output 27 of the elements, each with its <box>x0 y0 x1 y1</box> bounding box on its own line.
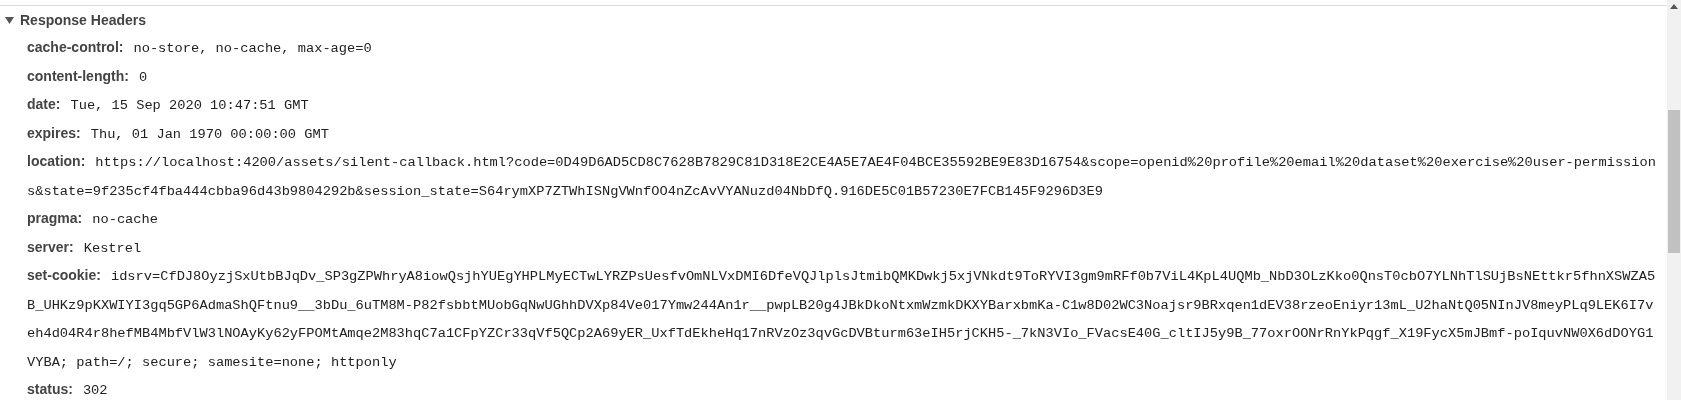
header-value: 0 <box>138 69 148 85</box>
header-value: B_UHKz9pKXWIYI3gq5GP6AdmaShQFtnu9__3bDu_6uTM8M-P82fsbbtMUobGqNwUGhhDVXp84Ve017Ymw244An1r__pwpLB20g4JBkDkoNtxmWzmkDKXYBarxbmKa-C1w8D02WC3Noajsr9BRxqen1dEV38rzeoEniyr13mL_U2haNtQ05NInJV8meyPLq9LEK6I7v <box>27 297 1654 313</box>
header-value: 302 <box>82 383 108 398</box>
header-value: idsrv=CfDJ8OyzjSxUtbBJqDv_SP3gZPWhryA8iowQsjhYUEgYHPLMyECTwLYRZPsUesfvOmNLVxDMI6DfeVQJlplsJtmibQMKDwkj5xjVNkdt9ToRYVI3gm9mRFf0b7ViL4KpL4UQMb_NbD3OLzKko0QnsT0cbO7YLNhTlSUjBsNEttkr5fhnXSWZA5 <box>110 269 1656 284</box>
header-value: no-cache <box>92 212 158 227</box>
scrollbar[interactable] <box>1667 0 1681 400</box>
header-name: expires: <box>27 124 81 141</box>
section-header[interactable]: Response Headers <box>0 6 147 34</box>
header-name: location: <box>27 153 86 169</box>
header-value: eh4d04R4r8hefMB4MbfVlW3lNOAyKy62yFPOMtAmqe2M83hqC7a1CFpYZCr33qVf5QCp2A69yER_UxfTdEkheHq17nRVzOz3qvGcDVBturm63eIH5rjCKH5-_7kN3VIo_FVacsE40G_cltIJ5y9B_77oxrOONrRnYkPqgf_X19FycX5mJBmf-poIquvNW0X6dDOYG1 <box>27 326 1654 341</box>
header-value: https://localhost:4200/assets/silent-callback.html?code=0D49D6AD5CD8C7628B7829C81D318E2CE4A5E7AE4F04BCE35592BE9E83D16754&scope=openid%20profile%20email%20dataset%20exercise%20user-permission <box>95 155 1656 170</box>
header-name: content-length: <box>27 67 129 84</box>
header-value: Kestrel <box>83 240 142 256</box>
header-name: status: <box>27 381 73 397</box>
header-name: set-cookie: <box>27 267 101 283</box>
header-value: Tue, 15 Sep 2020 10:47:51 GMT <box>70 98 309 113</box>
scroll-up-icon[interactable] <box>1670 4 1678 9</box>
header-name: date: <box>27 96 61 112</box>
header-name: pragma: <box>27 210 83 226</box>
header-value: no-store, no-cache, max-age=0 <box>133 41 372 56</box>
header-name: cache-control: <box>27 39 124 55</box>
scrollbar-thumb[interactable] <box>1668 110 1680 253</box>
header-name: server: <box>27 238 74 255</box>
header-value: VYBA; path=/; secure; samesite=none; httponly <box>27 354 397 370</box>
caret-icon <box>5 16 14 24</box>
header-value: Thu, 01 Jan 1970 00:00:00 GMT <box>90 126 329 142</box>
header-value: s&state=9f235cf4fba444cbba96d43b9804292b&session_state=S64rymXP7ZTWhISNgVWnfOO4nZcAvVYANuzd04NbDfQ.916DE5C01B57230E7FCB145F9296D3E9 <box>27 183 1103 199</box>
